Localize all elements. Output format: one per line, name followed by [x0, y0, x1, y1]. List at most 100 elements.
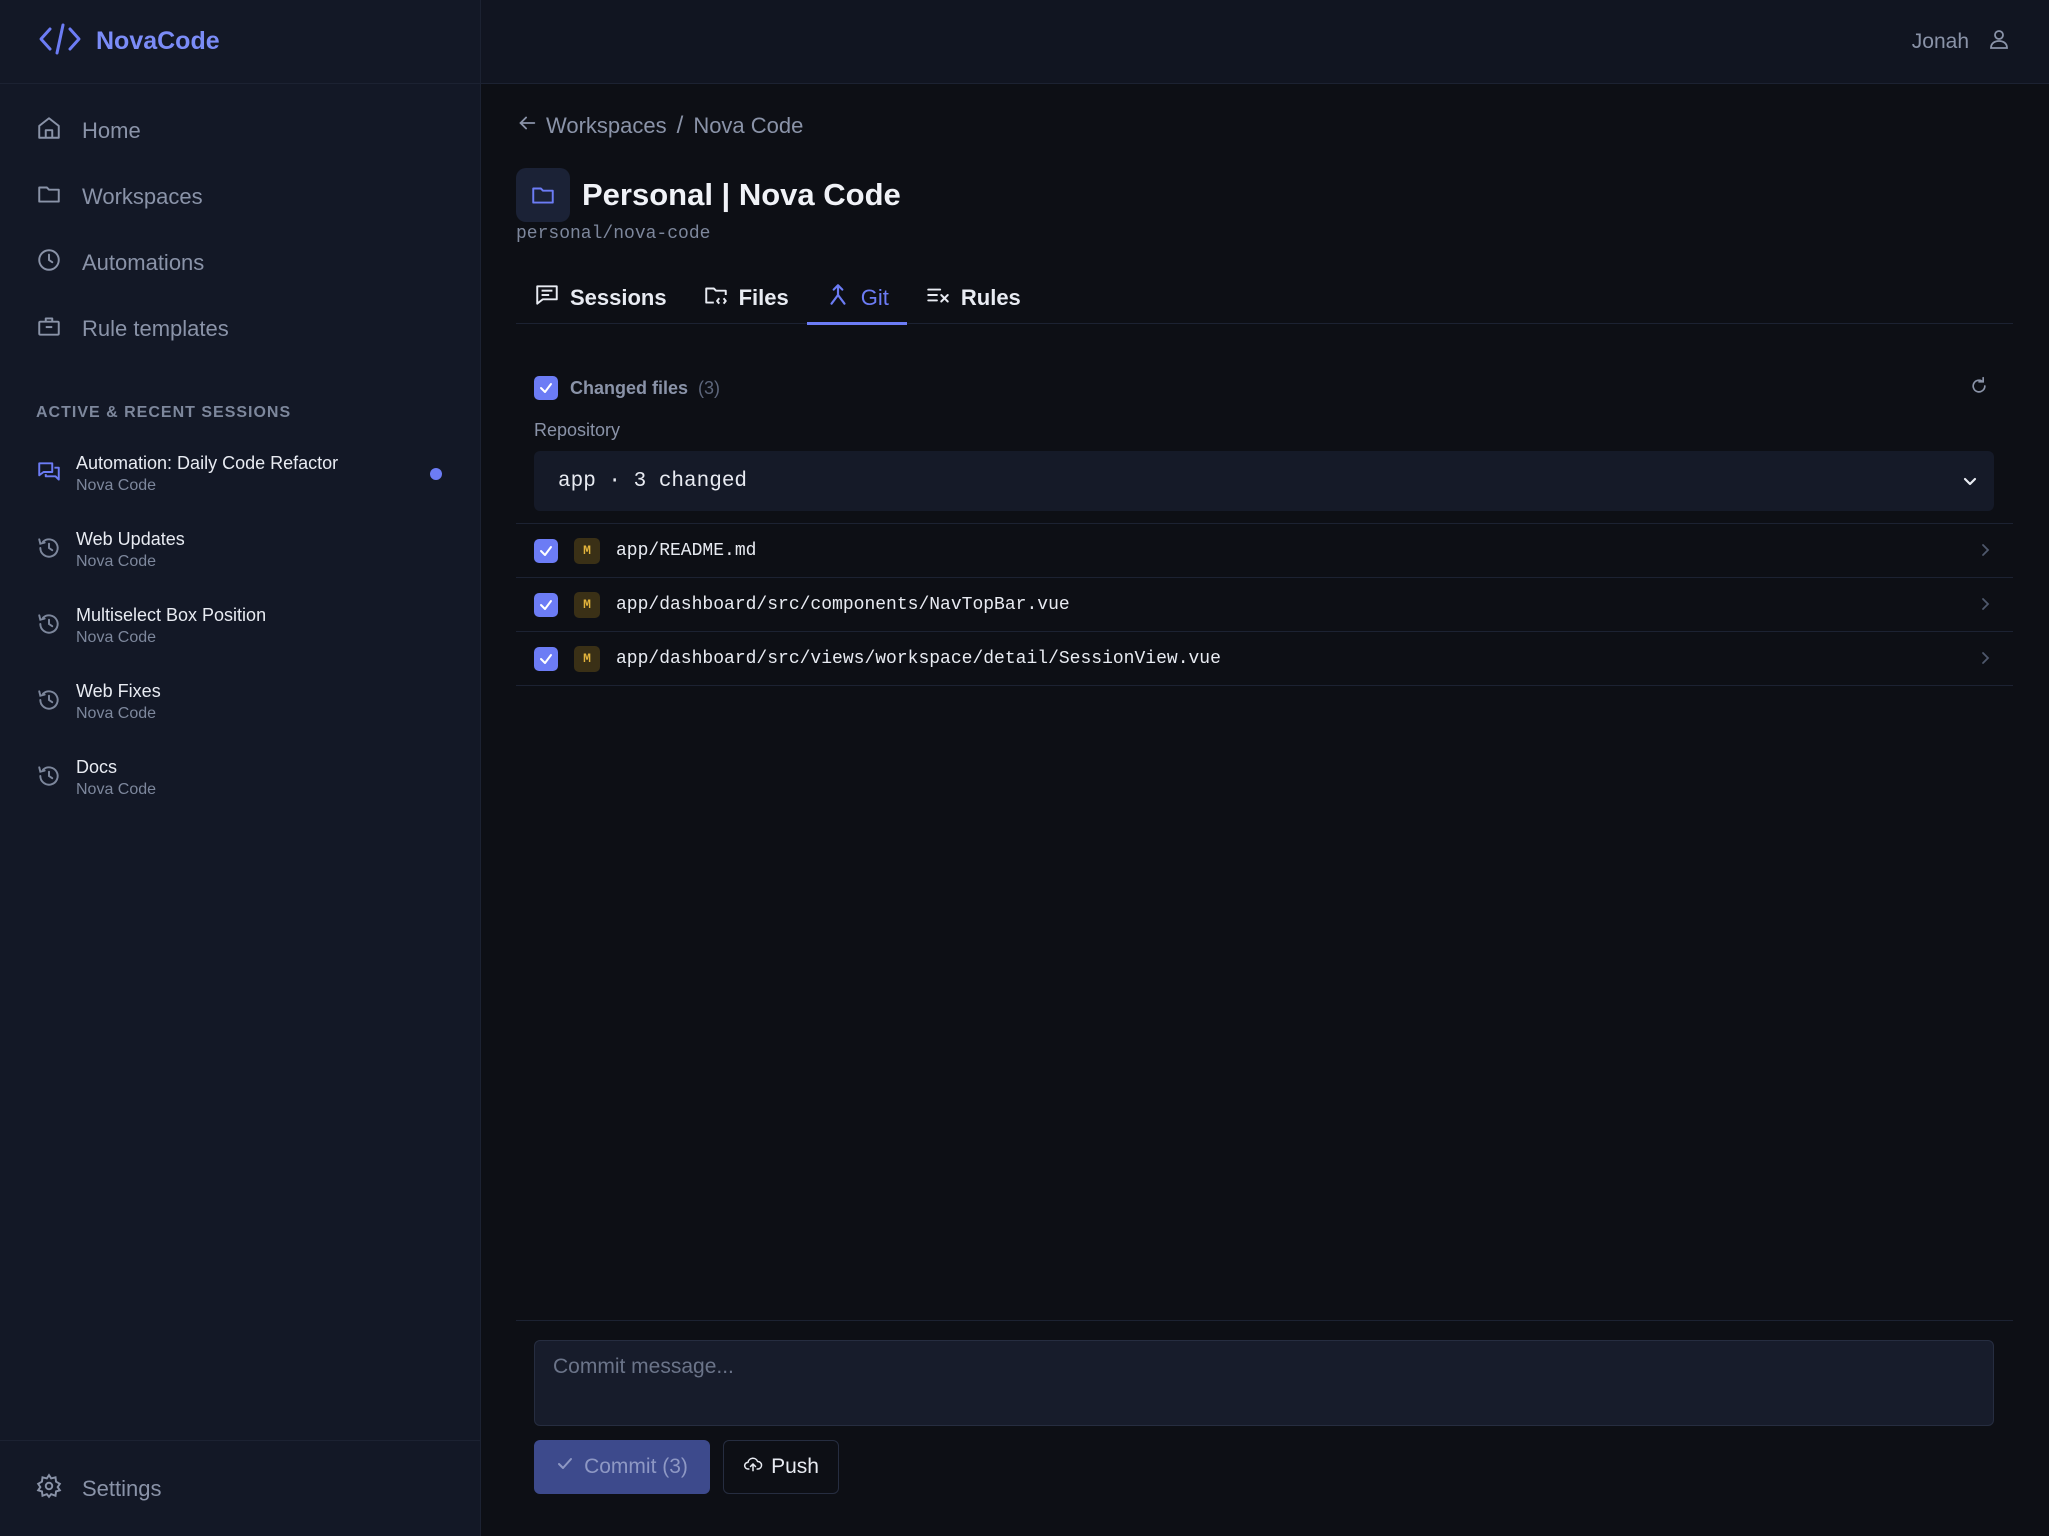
session-item[interactable]: Docs Nova Code: [0, 740, 480, 816]
main-nav: Home Workspaces Automations Rule templat…: [0, 84, 480, 362]
nav-label: Home: [82, 118, 141, 143]
file-checkbox[interactable]: [534, 592, 558, 617]
session-title: Web Updates: [76, 529, 185, 549]
session-item[interactable]: Web Updates Nova Code: [0, 512, 480, 588]
title-row: Personal | Nova Code: [516, 168, 901, 222]
tab-label: Git: [860, 285, 889, 310]
push-button[interactable]: Push: [723, 1440, 839, 1494]
session-item[interactable]: Multiselect Box Position Nova Code: [0, 588, 480, 664]
user-icon[interactable]: [1987, 27, 2011, 56]
session-item[interactable]: Automation: Daily Code Refactor Nova Cod…: [0, 436, 480, 512]
repository-label: Repository: [534, 420, 621, 440]
select-all-checkbox[interactable]: [534, 376, 558, 400]
changed-file-list: M app/README.md M app/dashboard/src/comp…: [516, 523, 2013, 686]
commit-message-input[interactable]: [534, 1340, 1994, 1426]
nav-label: Rule templates: [82, 316, 229, 341]
history-icon: [36, 763, 76, 794]
nav-item-home[interactable]: Home: [0, 98, 480, 164]
chevron-right-icon: [1982, 598, 1990, 610]
chat-icon: [534, 282, 570, 314]
chevron-right-icon: [1982, 544, 1990, 556]
chat-icon: [36, 459, 76, 490]
workspace-slug: personal/nova-code: [516, 224, 711, 244]
changed-files-header: Changed files (3): [534, 376, 2013, 400]
tab-git[interactable]: Git: [806, 272, 908, 325]
active-indicator: [430, 468, 442, 480]
modified-badge: M: [574, 537, 600, 564]
session-subtitle: Nova Code: [76, 781, 157, 798]
chevron-right-icon: [1982, 652, 1990, 664]
repository-select[interactable]: app · 3 changed: [534, 451, 1994, 511]
code-brackets-icon: [38, 21, 82, 62]
main-content: Workspaces / Nova Code Personal | Nova C…: [516, 84, 2013, 1536]
commit-divider: [516, 1320, 2013, 1321]
topbar: Jonah: [481, 0, 2049, 84]
tab-bar: Sessions Files Git Rules: [516, 272, 2013, 325]
session-title: Multiselect Box Position: [76, 605, 267, 625]
commit-button[interactable]: Commit (3): [534, 1440, 710, 1494]
check-icon: [556, 1455, 584, 1479]
gear-icon: [36, 1472, 82, 1505]
page-title: Personal | Nova Code: [582, 177, 901, 212]
breadcrumb: Workspaces / Nova Code: [516, 112, 803, 140]
commit-label: Commit (3): [584, 1455, 688, 1478]
nav-item-workspaces[interactable]: Workspaces: [0, 164, 480, 230]
settings-button[interactable]: Settings: [0, 1440, 480, 1536]
refresh-icon[interactable]: [1969, 376, 1989, 401]
brand-name: NovaCode: [96, 27, 220, 55]
modified-badge: M: [574, 645, 600, 672]
folder-icon: [516, 168, 570, 222]
file-checkbox[interactable]: [534, 646, 558, 671]
clock-icon: [36, 247, 82, 279]
file-path: app/README.md: [616, 540, 757, 561]
git-merge-icon: [825, 282, 861, 314]
breadcrumb-separator: /: [676, 112, 684, 139]
session-subtitle: Nova Code: [76, 553, 157, 570]
cloud-upload-icon: [743, 1454, 771, 1480]
tab-label: Sessions: [570, 285, 667, 310]
nav-label: Automations: [82, 250, 205, 275]
breadcrumb-current: Nova Code: [693, 113, 804, 138]
tab-label: Files: [738, 285, 789, 310]
file-row[interactable]: M app/dashboard/src/views/workspace/deta…: [516, 632, 2013, 686]
file-path: app/dashboard/src/views/workspace/detail…: [616, 648, 1221, 669]
changed-files-label: Changed files: [570, 377, 689, 398]
tab-sessions[interactable]: Sessions: [516, 272, 685, 324]
file-row[interactable]: M app/dashboard/src/components/NavTopBar…: [516, 578, 2013, 632]
repository-value: app · 3 changed: [558, 469, 748, 493]
list-x-icon: [925, 282, 961, 314]
tab-files[interactable]: Files: [685, 272, 807, 324]
arrow-left-icon[interactable]: [516, 112, 546, 140]
session-item[interactable]: Web Fixes Nova Code: [0, 664, 480, 740]
nav-item-rule-templates[interactable]: Rule templates: [0, 296, 480, 362]
briefcase-icon: [36, 313, 82, 345]
tab-rules[interactable]: Rules: [907, 272, 1039, 324]
user-name[interactable]: Jonah: [1912, 30, 1969, 54]
settings-label: Settings: [82, 1475, 162, 1501]
tab-label: Rules: [960, 285, 1021, 310]
history-icon: [36, 687, 76, 718]
session-subtitle: Nova Code: [76, 629, 157, 646]
history-icon: [36, 611, 76, 642]
nav-item-automations[interactable]: Automations: [0, 230, 480, 296]
push-label: Push: [771, 1455, 819, 1478]
modified-badge: M: [574, 591, 600, 618]
file-row[interactable]: M app/README.md: [516, 524, 2013, 578]
brand[interactable]: NovaCode: [0, 0, 480, 84]
session-list: Automation: Daily Code Refactor Nova Cod…: [0, 436, 480, 816]
changed-files-count: (3): [698, 377, 721, 398]
file-path: app/dashboard/src/components/NavTopBar.v…: [616, 594, 1070, 615]
file-checkbox[interactable]: [534, 538, 558, 563]
folder-icon: [36, 181, 82, 213]
session-subtitle: Nova Code: [76, 477, 157, 494]
session-title: Web Fixes: [76, 681, 161, 701]
session-title: Automation: Daily Code Refactor: [76, 453, 339, 473]
session-subtitle: Nova Code: [76, 705, 157, 722]
folder-code-icon: [703, 282, 739, 314]
session-title: Docs: [76, 757, 118, 777]
breadcrumb-workspaces[interactable]: Workspaces: [546, 113, 667, 139]
sessions-section-label: ACTIVE & RECENT SESSIONS: [36, 404, 292, 421]
home-icon: [36, 115, 82, 147]
nav-label: Workspaces: [82, 184, 203, 209]
sidebar: NovaCode Home Workspaces Automations Rul…: [0, 0, 481, 1536]
